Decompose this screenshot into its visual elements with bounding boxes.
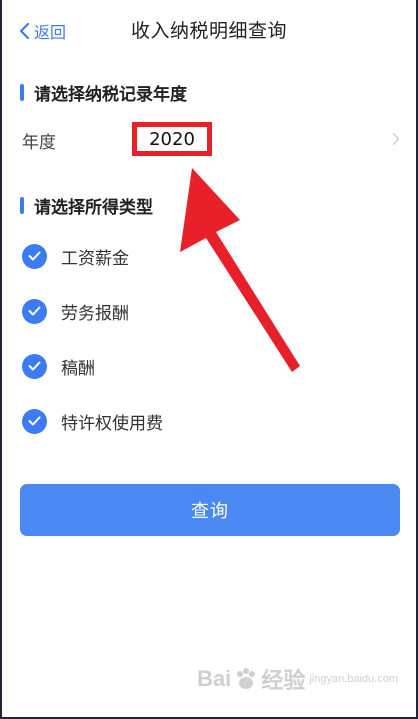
income-section-title-text: 请选择所得类型 bbox=[34, 198, 153, 218]
paw-icon bbox=[237, 668, 256, 689]
section-accent-bar bbox=[20, 84, 24, 101]
income-section-title: 请选择所得类型 bbox=[20, 193, 153, 218]
checkmark-icon bbox=[22, 298, 47, 324]
query-button[interactable]: 查询 bbox=[20, 484, 400, 536]
checkmark-icon bbox=[22, 408, 47, 434]
income-type-salary[interactable]: 工资薪金 bbox=[22, 242, 129, 270]
app-screen: 返回 收入纳税明细查询 请选择纳税记录年度 年度 2020 请选择所得类型 工资… bbox=[0, 0, 418, 719]
year-section-title-text: 请选择纳税记录年度 bbox=[34, 85, 187, 105]
year-selector-row[interactable]: 年度 2020 bbox=[2, 114, 416, 166]
checkmark-icon bbox=[22, 243, 47, 269]
nav-bar: 返回 收入纳税明细查询 bbox=[2, 0, 416, 62]
watermark-text-left: Bai bbox=[197, 666, 232, 691]
income-type-royalty[interactable]: 稿酬 bbox=[22, 352, 95, 380]
year-value: 2020 bbox=[149, 128, 195, 150]
red-arrow-annotation bbox=[180, 168, 300, 372]
section-accent-bar bbox=[20, 197, 24, 214]
year-section-title: 请选择纳税记录年度 bbox=[20, 80, 187, 105]
page-title: 收入纳税明细查询 bbox=[130, 20, 287, 42]
income-type-franchise[interactable]: 特许权使用费 bbox=[22, 407, 163, 435]
year-value-highlight: 2020 bbox=[132, 122, 212, 156]
checkmark-icon bbox=[22, 353, 47, 379]
watermark-subtext: jingyan.baidu.com bbox=[309, 672, 398, 685]
year-label: 年度 bbox=[22, 133, 56, 153]
income-type-label: 劳务报酬 bbox=[61, 303, 129, 324]
baidu-watermark: Bai 经验 jingyan.baidu.com bbox=[197, 663, 398, 695]
income-type-labor[interactable]: 劳务报酬 bbox=[22, 297, 129, 325]
income-type-label: 工资薪金 bbox=[61, 248, 129, 269]
watermark-text-right: 经验 bbox=[261, 668, 306, 693]
income-type-label: 特许权使用费 bbox=[61, 413, 163, 434]
income-type-label: 稿酬 bbox=[61, 358, 95, 379]
chevron-right-icon bbox=[392, 132, 400, 146]
